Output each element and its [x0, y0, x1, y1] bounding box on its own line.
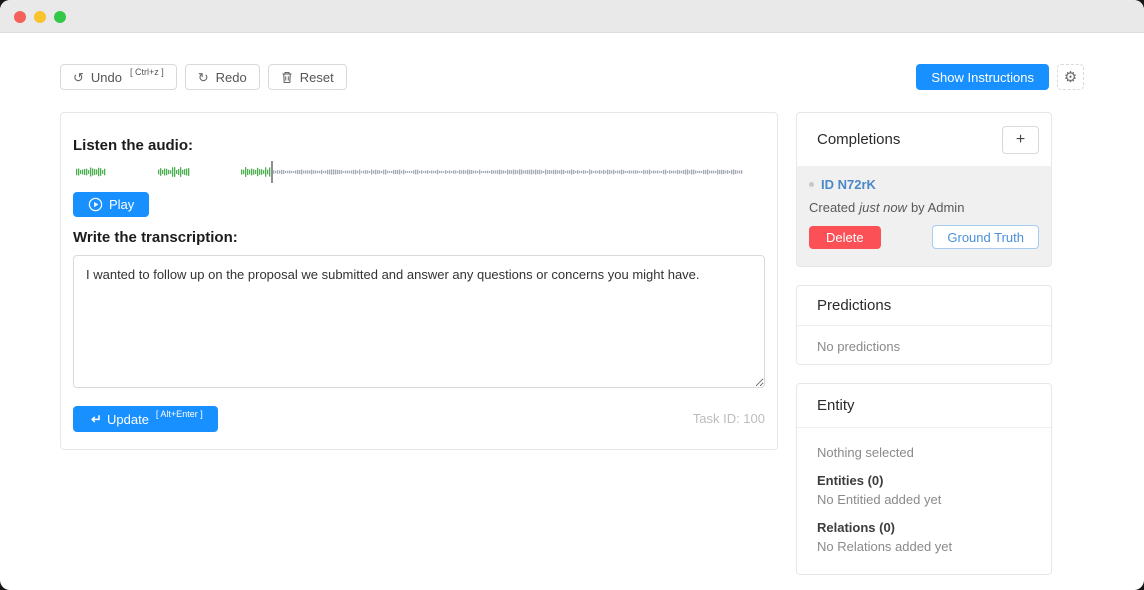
undo-label: Undo [91, 70, 122, 85]
undo-hotkey: [ Ctrl+z ] [130, 67, 164, 77]
play-label: Play [109, 197, 134, 212]
toolbar-right: Show Instructions ⚙ [916, 64, 1084, 90]
predictions-header: Predictions [797, 286, 1051, 326]
created-author: by Admin [911, 200, 964, 215]
add-completion-button[interactable]: + [1002, 126, 1039, 154]
entity-panel: Entity Nothing selected Entities (0) No … [796, 383, 1052, 575]
entities-empty-text: No Entitied added yet [817, 492, 1031, 507]
update-label: Update [107, 412, 149, 427]
redo-label: Redo [216, 70, 247, 85]
minimize-window-button[interactable] [34, 11, 46, 23]
close-window-button[interactable] [14, 11, 26, 23]
predictions-title: Predictions [817, 297, 891, 314]
entity-title: Entity [817, 397, 855, 414]
transcription-section-title: Write the transcription: [73, 229, 238, 246]
transcription-textarea[interactable]: I wanted to follow up on the proposal we… [73, 255, 765, 388]
created-prefix: Created [809, 200, 855, 215]
undo-button[interactable]: ↺ Undo [ Ctrl+z ] [60, 64, 177, 90]
maximize-window-button[interactable] [54, 11, 66, 23]
completion-id-row: ID N72rK [809, 177, 1039, 192]
gear-icon: ⚙ [1064, 68, 1077, 86]
relations-empty-text: No Relations added yet [817, 539, 1031, 554]
entity-header: Entity [797, 384, 1051, 428]
ground-truth-button[interactable]: Ground Truth [932, 225, 1039, 249]
show-instructions-label: Show Instructions [931, 70, 1034, 85]
trash-icon [281, 71, 293, 84]
predictions-empty-text: No predictions [817, 339, 1031, 354]
relations-count-header: Relations (0) [817, 520, 1031, 535]
redo-button[interactable]: ↻ Redo [185, 64, 260, 90]
entity-nothing-selected: Nothing selected [817, 445, 1031, 460]
completion-created-text: Created just now by Admin [809, 200, 1039, 215]
audio-waveform[interactable] [73, 160, 745, 184]
settings-button[interactable]: ⚙ [1057, 64, 1084, 90]
reset-button[interactable]: Reset [268, 64, 347, 90]
created-time: just now [859, 200, 907, 215]
completion-item[interactable]: ID N72rK Created just now by Admin Delet… [797, 167, 1051, 267]
undo-icon: ↺ [73, 71, 84, 84]
toolbar: ↺ Undo [ Ctrl+z ] ↻ Redo Reset [60, 64, 347, 90]
completion-id-link[interactable]: ID N72rK [821, 177, 876, 192]
audio-section-title: Listen the audio: [73, 137, 193, 154]
predictions-panel: Predictions No predictions [796, 285, 1052, 365]
completions-panel: Completions + ID N72rK Created just now … [796, 112, 1052, 267]
show-instructions-button[interactable]: Show Instructions [916, 64, 1049, 90]
completions-title: Completions [817, 131, 900, 148]
app-window: ↺ Undo [ Ctrl+z ] ↻ Redo Reset Show Inst… [0, 0, 1144, 590]
delete-completion-button[interactable]: Delete [809, 226, 881, 249]
completion-actions: Delete Ground Truth [809, 225, 1039, 249]
update-button[interactable]: Update [ Alt+Enter ] [73, 406, 218, 432]
task-id: Task ID: 100 [693, 411, 765, 426]
enter-icon [88, 413, 101, 425]
play-button[interactable]: Play [73, 192, 149, 217]
update-hotkey: [ Alt+Enter ] [156, 409, 203, 419]
task-card: Listen the audio: Play Write the transcr… [60, 112, 778, 450]
completions-header: Completions + [797, 113, 1051, 167]
completion-bullet-icon [809, 182, 814, 187]
redo-icon: ↻ [198, 71, 209, 84]
title-bar [0, 0, 1144, 33]
play-icon [88, 197, 103, 212]
reset-label: Reset [300, 70, 334, 85]
plus-icon: + [1016, 131, 1025, 149]
entities-count-header: Entities (0) [817, 473, 1031, 488]
